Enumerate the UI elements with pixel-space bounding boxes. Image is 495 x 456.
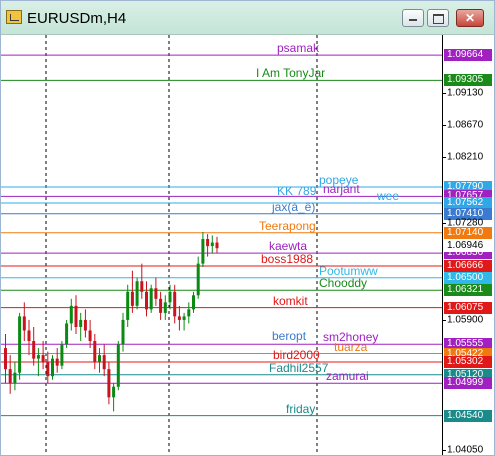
candle-bear	[83, 319, 87, 331]
level-label[interactable]: boss1988	[261, 252, 313, 266]
close-button[interactable]: ✕	[456, 9, 484, 27]
axis-tick-mark	[442, 157, 446, 159]
candle-bull	[121, 319, 125, 345]
level-label[interactable]: Teerapong	[259, 219, 316, 233]
candle-bear	[8, 369, 12, 384]
chart-window: EURUSDm,H4 ✕ psamak 1.09664 I Am TonyJar 1.…	[0, 0, 495, 456]
minimize-icon	[409, 19, 417, 21]
axis-tick-mark	[442, 319, 446, 321]
level-label[interactable]: Fadhil2557	[269, 361, 328, 375]
level-label[interactable]: friday	[286, 402, 315, 416]
candle-bull	[79, 319, 83, 327]
candle-bull	[98, 355, 101, 363]
level-label[interactable]: Chooddy	[319, 276, 367, 290]
axis-tick-label: 1.07280	[447, 217, 484, 229]
candle-bear	[46, 362, 50, 377]
level-label[interactable]: KK 789	[277, 184, 316, 198]
level-label[interactable]: komkit	[273, 294, 308, 308]
candle-bull	[65, 323, 69, 345]
candle-bull	[201, 239, 205, 264]
maximize-button[interactable]	[427, 9, 449, 27]
candle-bull	[149, 288, 153, 310]
candle-bear	[154, 288, 158, 299]
candle-bear	[206, 239, 210, 247]
chart-area[interactable]: psamak 1.09664 I Am TonyJar 1.09305 popeye 1.…	[1, 35, 494, 455]
candle-bear	[74, 305, 78, 327]
candle-bear	[88, 330, 92, 342]
level-label[interactable]: tuarza	[334, 340, 367, 354]
chart-canvas[interactable]	[1, 35, 442, 455]
candle-bull	[168, 291, 172, 303]
candle-bull	[13, 372, 17, 384]
candle-bull	[116, 344, 120, 387]
maximize-icon	[433, 14, 444, 24]
candle-bear	[177, 316, 181, 320]
price-tag: 1.06075	[444, 301, 492, 314]
axis-tick-label: 1.04050	[447, 444, 484, 455]
level-label[interactable]: narjant	[323, 182, 360, 196]
minimize-button[interactable]	[402, 9, 424, 27]
candle-bear	[93, 341, 97, 363]
candle-bear	[159, 298, 163, 313]
candle-bear	[41, 355, 45, 363]
candle-bear	[107, 369, 111, 398]
candle-bear	[55, 358, 59, 366]
candle-bear	[215, 242, 219, 249]
candle-bull	[51, 358, 54, 377]
candle-bull	[60, 344, 64, 366]
candle-bear	[27, 330, 31, 342]
price-tag: 1.06321	[444, 284, 492, 297]
candle-bear	[102, 355, 106, 370]
candle-bull	[69, 305, 73, 324]
price-tag: 1.09305	[444, 74, 492, 87]
price-tag: 1.05302	[444, 355, 492, 368]
candle-bull	[126, 291, 130, 320]
level-label[interactable]: I Am TonyJar	[256, 66, 325, 80]
window-title: EURUSDm,H4	[27, 10, 127, 27]
candle-bear	[130, 291, 134, 306]
candle-bear	[22, 316, 26, 331]
candle-bull	[192, 295, 195, 310]
axis-tick-label: 1.08210	[447, 151, 484, 163]
price-tag: 1.06500	[444, 271, 492, 284]
axis-tick-mark	[442, 450, 446, 452]
current-price-tag: 1.06946	[444, 240, 492, 253]
price-axis-border	[442, 35, 443, 455]
axis-tick-label: 1.08670	[447, 119, 484, 131]
level-label[interactable]: psamak	[277, 41, 319, 55]
axis-tick-mark	[442, 125, 446, 127]
candle-bear	[145, 291, 148, 310]
axis-tick-label: 1.09130	[447, 87, 484, 99]
candle-bear	[4, 348, 7, 370]
candle-bull	[112, 386, 116, 398]
axis-tick-mark	[442, 92, 446, 94]
candle-bull	[163, 302, 167, 313]
level-label[interactable]: kaewta	[269, 239, 307, 253]
price-tag: 1.04540	[444, 409, 492, 422]
price-tag: 1.04999	[444, 377, 492, 390]
axis-tick-label: 1.05900	[447, 314, 484, 326]
price-tag: 1.06666	[444, 260, 492, 273]
candle-bull	[210, 242, 214, 247]
axis-tick-mark	[442, 222, 446, 224]
candle-bear	[32, 341, 36, 359]
candle-bull	[182, 316, 186, 320]
close-icon: ✕	[464, 11, 476, 25]
candle-bear	[173, 291, 177, 317]
level-label[interactable]: jax(à_ê)	[272, 200, 315, 214]
level-label[interactable]: beropt	[272, 329, 306, 343]
level-label[interactable]: wee	[377, 189, 399, 203]
price-tag: 1.07140	[444, 226, 492, 239]
candle-bull	[196, 263, 200, 296]
candle-bear	[140, 281, 144, 292]
title-bar[interactable]: EURUSDm,H4 ✕	[1, 1, 494, 35]
chart-icon	[6, 10, 22, 24]
candle-bull	[187, 309, 191, 317]
candle-bull	[36, 355, 40, 359]
candle-bull	[135, 281, 139, 306]
level-label[interactable]: zamurai	[326, 369, 369, 383]
price-tag: 1.09664	[444, 49, 492, 62]
candle-bull	[18, 316, 22, 373]
